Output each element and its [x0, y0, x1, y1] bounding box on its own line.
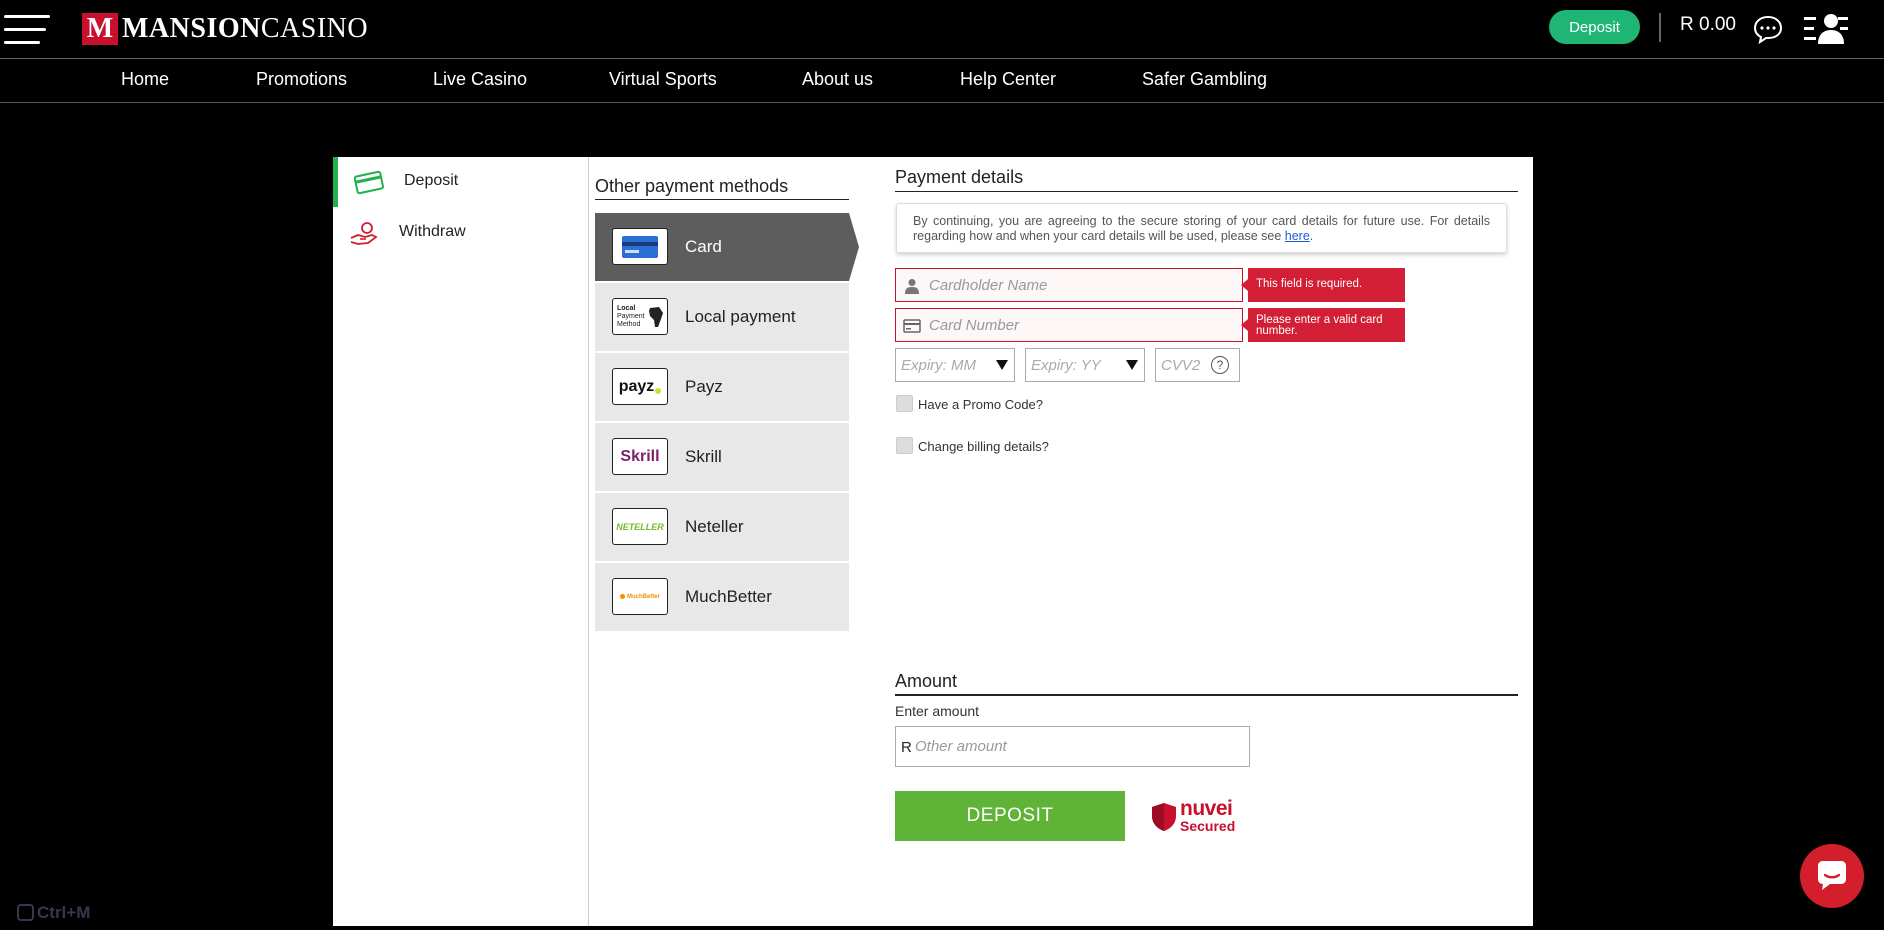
method-label: MuchBetter [685, 587, 772, 606]
main-nav: Home Promotions Live Casino Virtual Spor… [0, 59, 1884, 102]
method-label: Local payment [685, 307, 796, 326]
method-label: Skrill [685, 447, 722, 466]
amount-input[interactable] [915, 727, 1235, 766]
chat-bubble-icon [1818, 861, 1846, 890]
promo-code-label: Have a Promo Code? [918, 397, 1044, 412]
shortcut-icon [17, 904, 34, 921]
brand-name: MANSIONCASINO [122, 13, 369, 44]
nav-help-center[interactable]: Help Center [960, 69, 1056, 90]
method-label: Card [685, 237, 722, 256]
local-payment-logo: Local Payment Method [612, 298, 668, 335]
payment-details-divider [895, 191, 1518, 192]
account-icon[interactable] [1804, 12, 1848, 46]
card-number-error-tooltip: Please enter a valid card number. [1241, 308, 1405, 342]
live-chat-button[interactable] [1800, 844, 1864, 908]
cvv-input[interactable] [1161, 349, 1211, 381]
person-icon [905, 279, 919, 294]
cardholder-error-tooltip: This field is required. [1241, 268, 1405, 302]
promo-code-checkbox[interactable] [896, 395, 913, 412]
brand-mark: M [82, 13, 118, 45]
card-number-field[interactable] [895, 308, 1243, 342]
amount-title: Amount [895, 671, 958, 691]
balance-display: R 0.00 [1680, 14, 1736, 35]
expiry-year-value: Expiry: YY [1031, 357, 1101, 374]
payment-details-title: Payment details [895, 167, 1024, 187]
method-label: Payz [685, 377, 723, 396]
skrill-logo: Skrill [612, 438, 668, 475]
sidebar-item-deposit[interactable]: Deposit [333, 157, 593, 207]
cvv-field[interactable]: ? [1155, 348, 1240, 382]
nav-about-us[interactable]: About us [802, 69, 873, 90]
methods-title: Other payment methods [595, 176, 789, 196]
method-card[interactable]: Card [595, 213, 859, 281]
muchbetter-logo: MuchBetter [612, 578, 668, 615]
method-local-payment[interactable]: Local Payment Method Local payment [595, 283, 849, 351]
cvv-help-icon[interactable]: ? [1211, 356, 1229, 374]
cashier-sidebar: Deposit Withdraw [333, 157, 589, 926]
cashier-panel: Deposit Withdraw Other payment methods C… [333, 157, 1533, 926]
storage-notice: By continuing, you are agreeing to the s… [896, 203, 1507, 253]
payz-logo: payz [612, 368, 668, 405]
nav-virtual-sports[interactable]: Virtual Sports [609, 69, 717, 90]
cardholder-name-input[interactable] [929, 269, 1229, 301]
chat-icon[interactable] [1752, 14, 1784, 44]
cardholder-name-field[interactable] [895, 268, 1243, 302]
methods-divider [595, 199, 849, 200]
nav-separator [0, 102, 1884, 103]
nav-home[interactable]: Home [121, 69, 169, 90]
hand-coin-icon [350, 222, 378, 245]
header-divider [1659, 13, 1661, 42]
card-icon [903, 319, 921, 333]
billing-details-checkbox[interactable] [896, 437, 913, 454]
currency-symbol: R [901, 739, 912, 756]
enter-amount-label: Enter amount [895, 703, 980, 719]
billing-details-label: Change billing details? [918, 439, 1049, 454]
sidebar-item-label: Withdraw [399, 223, 466, 240]
shield-icon [1152, 803, 1176, 831]
top-bar: M MANSIONCASINO Deposit R 0.00 [0, 0, 1884, 58]
nav-live-casino[interactable]: Live Casino [433, 69, 527, 90]
neteller-logo: NETELLER [612, 508, 668, 545]
sidebar-item-label: Deposit [404, 172, 459, 189]
menu-icon[interactable] [4, 15, 50, 45]
shortcut-hint: Ctrl+M [17, 903, 90, 923]
nav-promotions[interactable]: Promotions [256, 69, 347, 90]
method-neteller[interactable]: NETELLER Neteller [595, 493, 849, 561]
brand-logo[interactable]: M MANSIONCASINO [82, 13, 368, 45]
card-logo [612, 228, 668, 265]
nuvei-secured-badge: nuvei Secured [1151, 797, 1243, 835]
method-skrill[interactable]: Skrill Skrill [595, 423, 849, 491]
method-muchbetter[interactable]: MuchBetter MuchBetter [595, 563, 849, 631]
expiry-year-select[interactable]: Expiry: YY [1025, 348, 1145, 382]
notice-here-link[interactable]: here [1285, 229, 1310, 243]
deposit-button[interactable]: DEPOSIT [895, 791, 1125, 841]
card-icon [353, 170, 385, 195]
header-deposit-button[interactable]: Deposit [1549, 10, 1640, 44]
expiry-month-select[interactable]: Expiry: MM [895, 348, 1015, 382]
sidebar-item-withdraw[interactable]: Withdraw [333, 208, 588, 258]
nav-safer-gambling[interactable]: Safer Gambling [1142, 69, 1267, 90]
expiry-month-value: Expiry: MM [901, 357, 976, 374]
method-label: Neteller [685, 517, 744, 536]
method-payz[interactable]: payz Payz [595, 353, 849, 421]
card-number-input[interactable] [929, 309, 1229, 341]
amount-divider [895, 694, 1518, 696]
chevron-down-icon [996, 360, 1008, 370]
chevron-down-icon [1126, 360, 1138, 370]
amount-field[interactable]: R [895, 726, 1250, 767]
